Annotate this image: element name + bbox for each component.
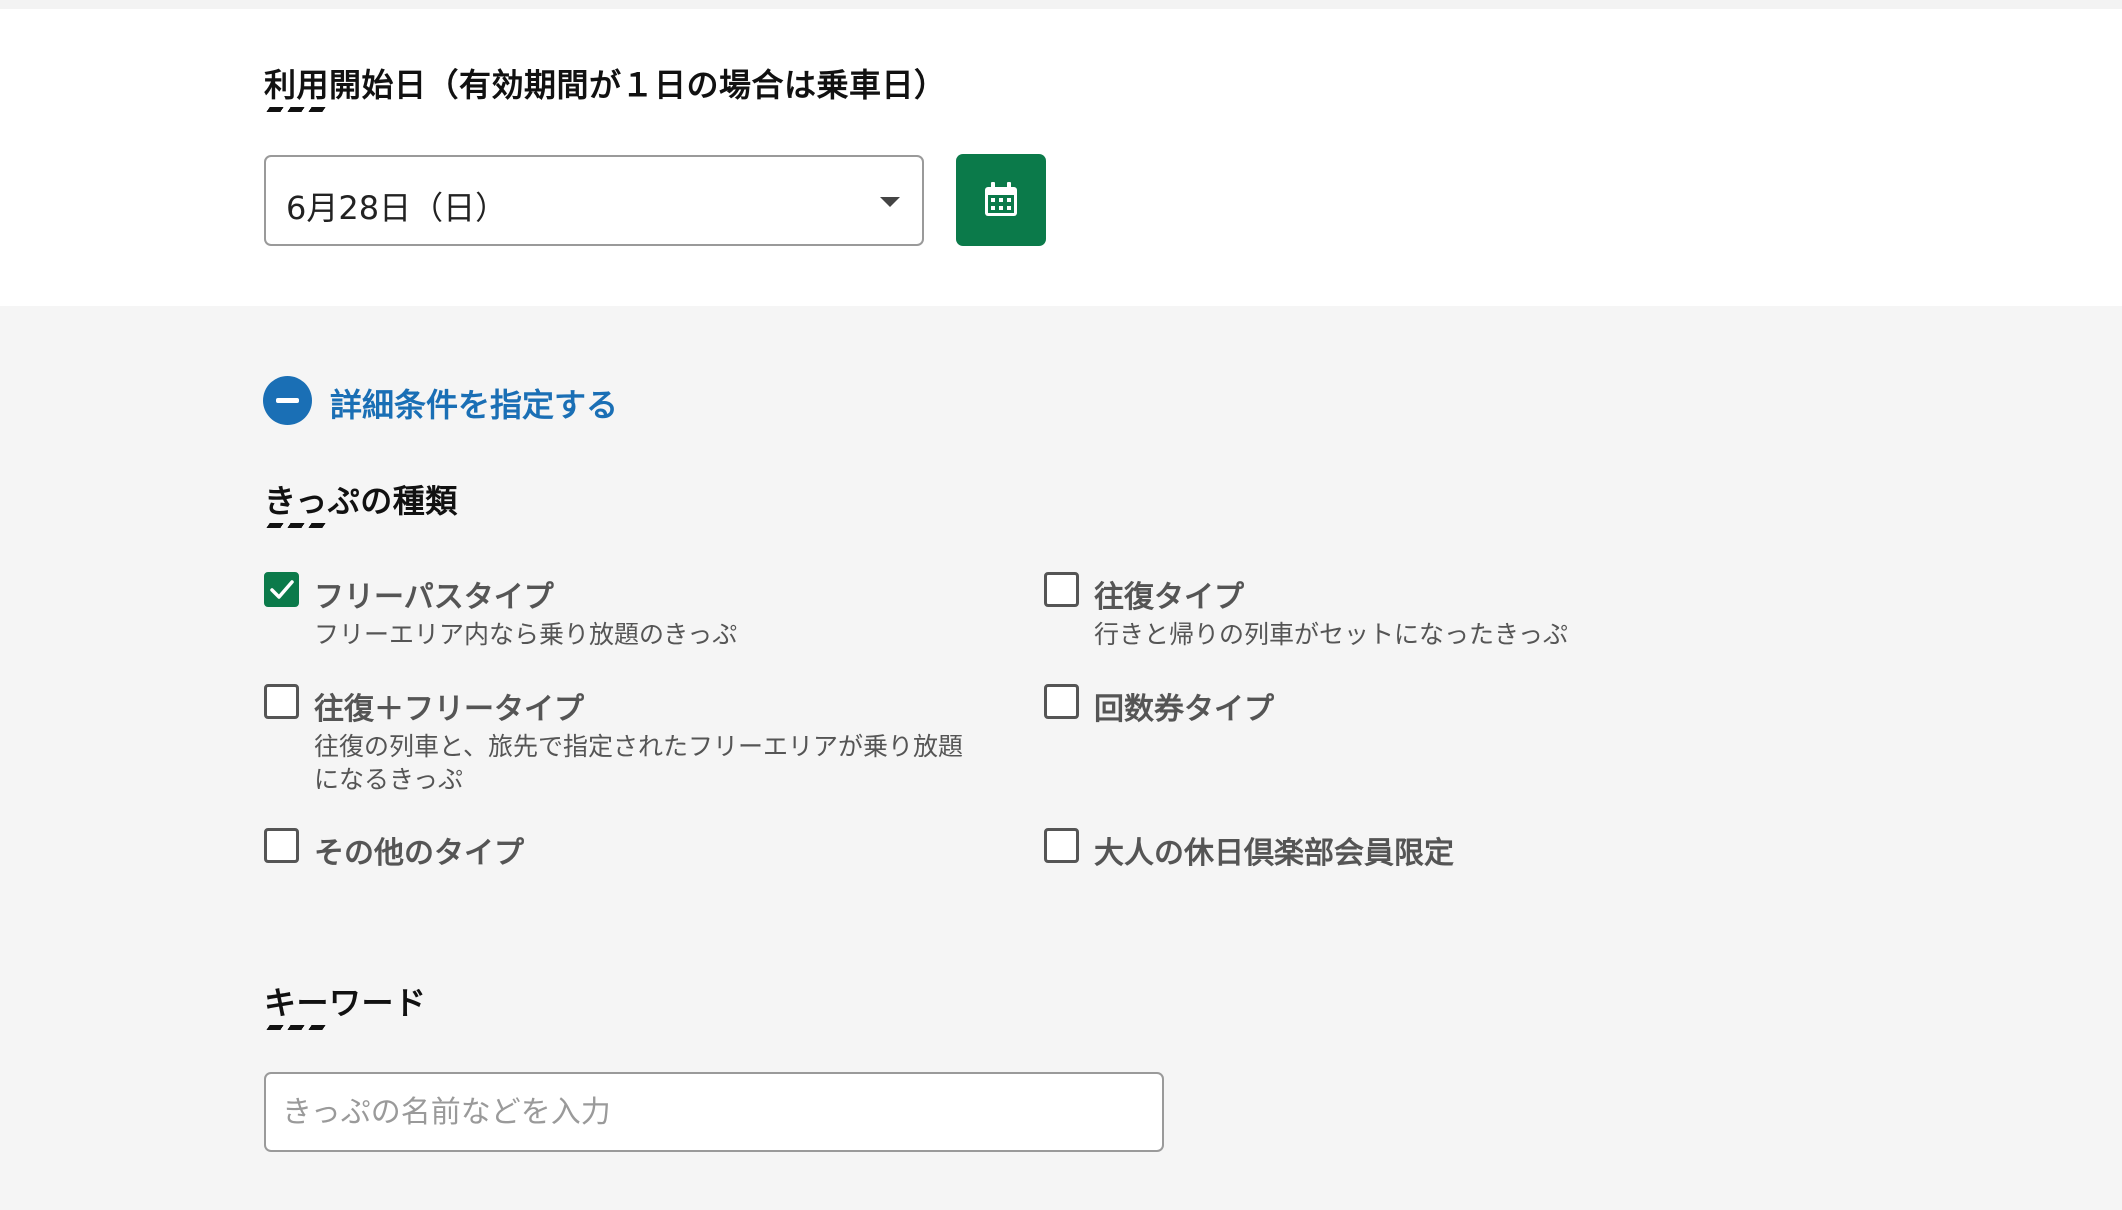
description-line: になるきっぷ [314,765,464,794]
checkbox-otona-kyujitsu[interactable] [1044,828,1079,863]
checkbox-description: 往復の列車と、旅先で指定されたフリーエリアが乗り放題 になるきっぷ [314,730,1014,796]
checkbox-label[interactable]: 往復＋フリータイプ [314,684,584,728]
checkbox-round-trip-free[interactable] [264,684,299,719]
heading-dash-decoration [266,107,326,112]
checkbox-label[interactable]: 大人の休日倶楽部会員限定 [1094,828,1454,872]
checkbox-description: 行きと帰りの列車がセットになったきっぷ [1094,620,1569,649]
keyword-input[interactable] [264,1072,1164,1152]
top-strip [0,0,2122,9]
keyword-heading: キーワード [264,984,427,1022]
calendar-icon [985,182,1017,216]
checkbox-round-trip[interactable] [1044,572,1079,607]
heading-dash-decoration [266,523,326,528]
minus-circle-icon[interactable] [263,376,312,425]
start-date-heading: 利用開始日（有効期間が１日の場合は乗車日） [264,66,947,104]
chevron-down-icon [880,197,900,207]
check-icon [270,580,294,599]
description-line: 往復の列車と、旅先で指定されたフリーエリアが乗り放題 [314,732,964,761]
ticket-types-heading: きっぷの種類 [264,482,458,520]
start-date-select[interactable]: 6月28日（日） [264,155,924,246]
checkbox-other[interactable] [264,828,299,863]
checkbox-coupon[interactable] [1044,684,1079,719]
heading-dash-decoration [266,1025,326,1030]
checkbox-free-pass[interactable] [264,572,299,607]
checkbox-label[interactable]: フリーパスタイプ [314,572,554,616]
start-date-value: 6月28日（日） [286,189,508,227]
checkbox-label[interactable]: 往復タイプ [1094,572,1244,616]
checkbox-description: フリーエリア内なら乗り放題のきっぷ [314,620,738,649]
checkbox-label[interactable]: その他のタイプ [314,828,524,872]
calendar-button[interactable] [956,154,1046,246]
checkbox-label[interactable]: 回数券タイプ [1094,684,1274,728]
details-toggle-link[interactable]: 詳細条件を指定する [330,380,618,426]
